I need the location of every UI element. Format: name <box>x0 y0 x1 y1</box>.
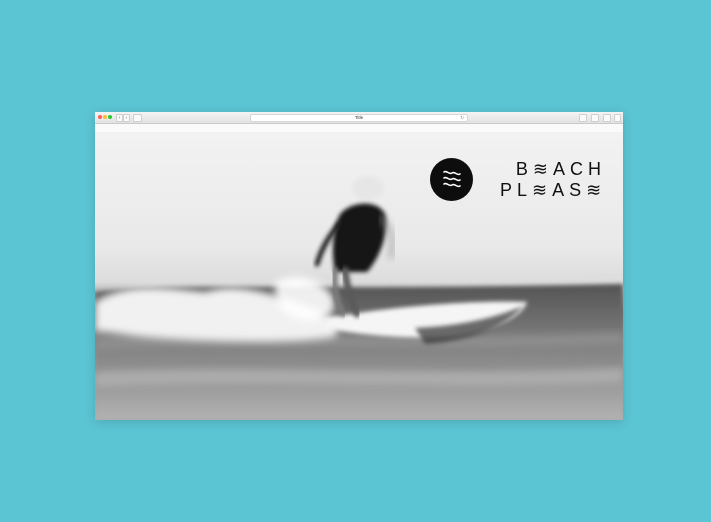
hero-image: B≋ACH PL≋AS≋ <box>95 132 623 420</box>
wave-logo-icon[interactable] <box>430 158 473 201</box>
refresh-icon[interactable] <box>603 114 611 122</box>
browser-toolbar: ‹ › Title ↻ <box>95 112 623 124</box>
page-header-strip <box>95 124 623 132</box>
new-tab-icon[interactable] <box>614 114 621 122</box>
reload-icon[interactable]: ↻ <box>460 115 464 121</box>
sidebar-icon[interactable] <box>133 114 142 122</box>
back-button[interactable]: ‹ <box>116 114 123 122</box>
brand-line-1: B≋ACH <box>515 159 606 179</box>
settings-icon[interactable] <box>579 114 587 122</box>
close-window-icon[interactable] <box>98 115 102 119</box>
brand-line-2: PL≋AS≋ <box>500 180 607 200</box>
page-title: Title <box>354 115 364 120</box>
maximize-window-icon[interactable] <box>108 115 112 119</box>
browser-window: ‹ › Title ↻ B≋ACH PL≋AS≋ <box>95 112 623 420</box>
minimize-window-icon[interactable] <box>103 115 107 119</box>
share-icon[interactable] <box>591 114 599 122</box>
brand-wordmark[interactable]: B≋ACH PL≋AS≋ <box>500 159 606 201</box>
address-bar[interactable]: Title ↻ <box>250 114 468 122</box>
forward-button[interactable]: › <box>123 114 130 122</box>
